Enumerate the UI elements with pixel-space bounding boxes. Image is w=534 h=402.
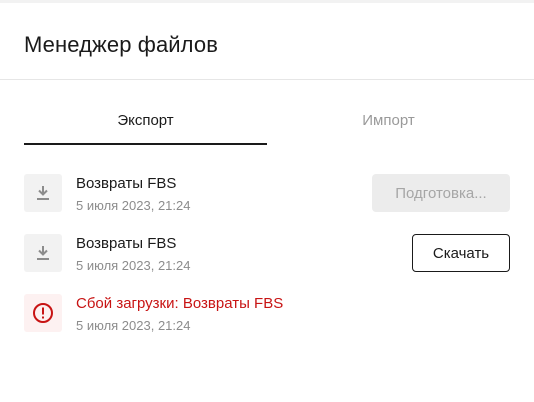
list-item: Возвраты FBS 5 июля 2023, 21:24 Подготов… (24, 172, 510, 232)
download-button[interactable]: Скачать (412, 234, 510, 272)
download-icon (24, 174, 62, 212)
preparing-button: Подготовка... (372, 174, 510, 212)
tab-import[interactable]: Импорт (267, 100, 510, 144)
file-name: Возвраты FBS (76, 235, 177, 252)
file-date: 5 июля 2023, 21:24 (76, 258, 191, 273)
list-item: Возвраты FBS 5 июля 2023, 21:24 Скачать (24, 232, 510, 292)
file-date: 5 июля 2023, 21:24 (76, 318, 191, 333)
active-tab-indicator (24, 143, 267, 145)
file-manager-panel: Менеджер файлов Экспорт Импорт Возвраты … (0, 0, 534, 402)
tab-export[interactable]: Экспорт (24, 100, 267, 144)
page-title: Менеджер файлов (24, 32, 218, 57)
file-name: Возвраты FBS (76, 175, 177, 192)
error-message: Сбой загрузки: Возвраты FBS (76, 295, 284, 312)
list-item: Сбой загрузки: Возвраты FBS 5 июля 2023,… (24, 292, 510, 352)
file-list: Возвраты FBS 5 июля 2023, 21:24 Подготов… (24, 172, 510, 352)
panel-header: Менеджер файлов (0, 3, 534, 80)
error-icon (24, 294, 62, 332)
file-date: 5 июля 2023, 21:24 (76, 198, 191, 213)
download-icon (24, 234, 62, 272)
tab-bar: Экспорт Импорт (24, 100, 510, 146)
